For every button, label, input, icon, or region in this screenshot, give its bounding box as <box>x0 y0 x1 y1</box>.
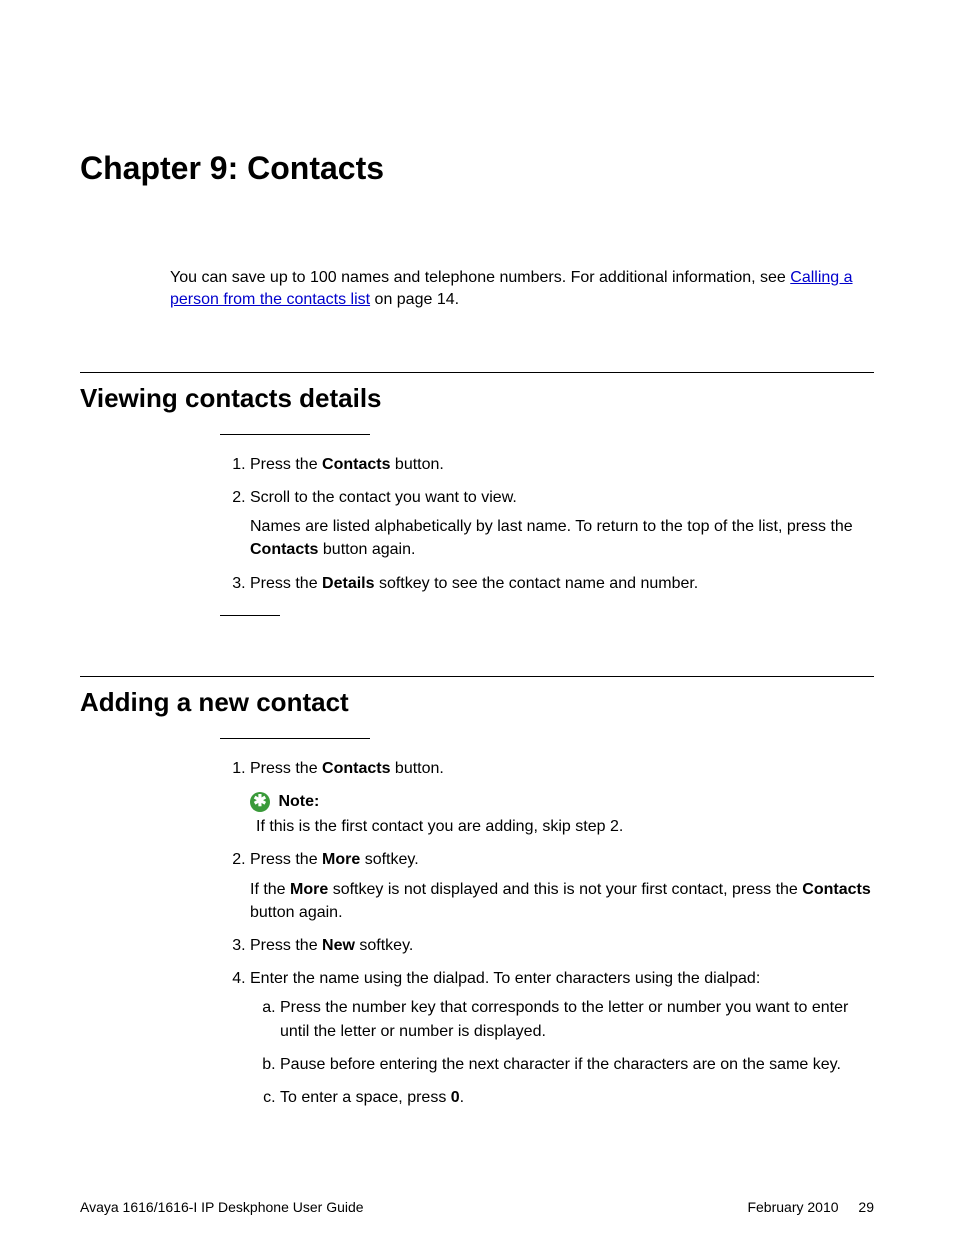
footer-page-number: 29 <box>858 1199 874 1215</box>
short-rule-end <box>220 615 280 616</box>
step-item: Press the New softkey. <box>250 934 874 957</box>
step-item: Press the Details softkey to see the con… <box>250 572 874 595</box>
note-block: ✱ Note: If this is the first contact you… <box>250 790 874 839</box>
intro-trail: on page 14. <box>370 291 459 308</box>
step-item: Press the Contacts button. <box>250 453 874 476</box>
step-item: Enter the name using the dialpad. To ent… <box>250 967 874 1109</box>
step-item: Press the Contacts button. ✱ Note: If th… <box>250 757 874 839</box>
footer-left: Avaya 1616/1616-I IP Deskphone User Guid… <box>80 1199 364 1215</box>
substeps: Press the number key that corresponds to… <box>250 996 874 1109</box>
section-title-adding: Adding a new contact <box>80 687 874 718</box>
note-text: If this is the first contact you are add… <box>256 815 874 838</box>
steps-viewing: Press the Contacts button. Scroll to the… <box>220 453 874 595</box>
steps-adding: Press the Contacts button. ✱ Note: If th… <box>220 757 874 1109</box>
note-label: Note: <box>278 793 319 810</box>
substep-item: To enter a space, press 0. <box>280 1086 874 1109</box>
short-rule <box>220 738 370 739</box>
section-title-viewing: Viewing contacts details <box>80 383 874 414</box>
page-footer: Avaya 1616/1616-I IP Deskphone User Guid… <box>0 1199 954 1255</box>
asterisk-icon: ✱ <box>250 792 270 812</box>
substep-item: Press the number key that corresponds to… <box>280 996 874 1042</box>
intro-lead: You can save up to 100 names and telepho… <box>170 269 790 286</box>
step-item: Press the More softkey. If the More soft… <box>250 848 874 924</box>
section-divider <box>80 372 874 373</box>
step-item: Scroll to the contact you want to view. … <box>250 486 874 562</box>
intro-paragraph: You can save up to 100 names and telepho… <box>170 267 874 312</box>
chapter-title: Chapter 9: Contacts <box>80 150 874 187</box>
substep-item: Pause before entering the next character… <box>280 1053 874 1076</box>
footer-date: February 2010 <box>747 1199 838 1215</box>
section-divider <box>80 676 874 677</box>
short-rule <box>220 434 370 435</box>
